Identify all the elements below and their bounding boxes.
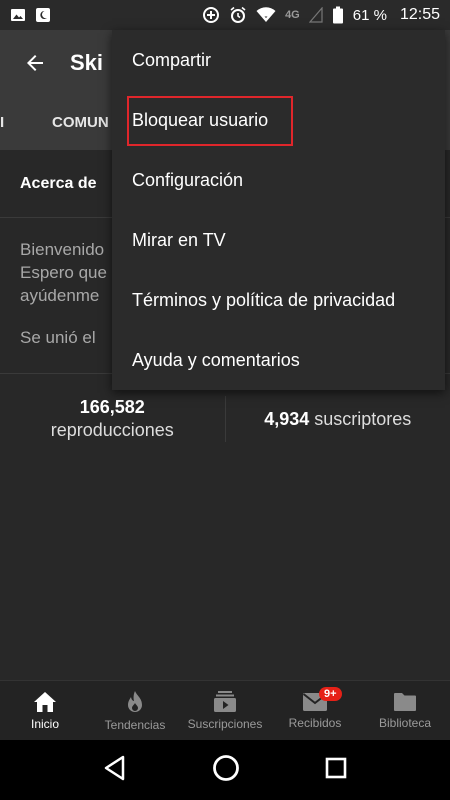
nav-label: Inicio — [30, 716, 59, 731]
menu-item-settings[interactable]: Configuración — [112, 150, 445, 210]
tab-partial[interactable]: I — [0, 114, 52, 131]
image-notification-icon — [10, 7, 26, 23]
menu-item-share[interactable]: Compartir — [112, 30, 445, 90]
nav-label: Tendencias — [104, 717, 166, 732]
tab-community[interactable]: COMUN — [52, 114, 109, 131]
menu-item-label: Ayuda y comentarios — [132, 349, 300, 370]
flame-icon — [128, 690, 142, 712]
system-navigation-bar — [0, 740, 450, 800]
network-type-indicator: 4G — [285, 9, 300, 21]
nav-label: Recibidos — [288, 715, 342, 730]
battery-icon — [332, 6, 344, 24]
nav-inbox[interactable]: 9+ Recibidos — [270, 681, 360, 740]
nav-label: Biblioteca — [378, 715, 432, 730]
system-recents-button[interactable] — [325, 757, 347, 784]
nav-library[interactable]: Biblioteca — [360, 681, 450, 740]
menu-item-terms-privacy[interactable]: Términos y política de privacidad — [112, 270, 445, 330]
menu-item-label: Bloquear usuario — [132, 109, 269, 130]
system-back-button[interactable] — [103, 755, 127, 786]
menu-item-label: Configuración — [132, 169, 244, 190]
clock: 12:55 — [399, 6, 440, 23]
subscriptions-icon — [214, 690, 236, 712]
notification-badge: 9+ — [319, 687, 342, 701]
system-home-button[interactable] — [212, 754, 240, 787]
alarm-icon — [229, 6, 247, 24]
menu-item-label: Términos y política de privacidad — [132, 289, 396, 310]
menu-item-label: Mirar en TV — [132, 229, 226, 250]
views-label: reproducciones — [50, 420, 174, 440]
home-icon — [34, 691, 56, 712]
nav-trending[interactable]: Tendencias — [90, 681, 180, 740]
status-bar: 4G 61 % 12:55 — [0, 0, 450, 30]
menu-item-watch-on-tv[interactable]: Mirar en TV — [112, 210, 445, 270]
nav-label: Suscripciones — [187, 716, 263, 731]
moon-notification-icon — [35, 7, 51, 23]
menu-item-block-user[interactable]: Bloquear usuario — [112, 90, 445, 150]
triangle-back-icon — [104, 755, 124, 780]
circle-home-icon — [213, 754, 239, 781]
views-count: 166,582 — [79, 397, 145, 417]
subscribers-label: suscriptores — [314, 408, 412, 429]
battery-percentage: 61 % — [352, 6, 387, 24]
menu-item-label: Compartir — [132, 49, 212, 70]
menu-item-help-feedback[interactable]: Ayuda y comentarios — [112, 330, 445, 390]
folder-icon — [394, 692, 416, 711]
data-saver-icon — [202, 6, 220, 24]
overflow-menu: Compartir Bloquear usuario Configuración… — [112, 30, 445, 390]
bottom-navigation: Inicio Tendencias Suscripciones 9+ Recib… — [0, 680, 450, 740]
square-recents-icon — [326, 757, 347, 778]
nav-home[interactable]: Inicio — [0, 681, 90, 740]
subscribers-count: 4,934 — [264, 408, 310, 429]
subscribers-stat: 4,934 suscriptores — [226, 408, 450, 431]
about-heading: Acerca de — [20, 174, 97, 192]
back-button[interactable] — [0, 30, 70, 95]
nav-subscriptions[interactable]: Suscripciones — [180, 681, 270, 740]
signal-strength-icon — [308, 7, 323, 23]
arrow-back-icon — [27, 54, 43, 71]
views-stat: 166,582 reproducciones — [0, 396, 225, 442]
wifi-icon — [256, 7, 276, 23]
